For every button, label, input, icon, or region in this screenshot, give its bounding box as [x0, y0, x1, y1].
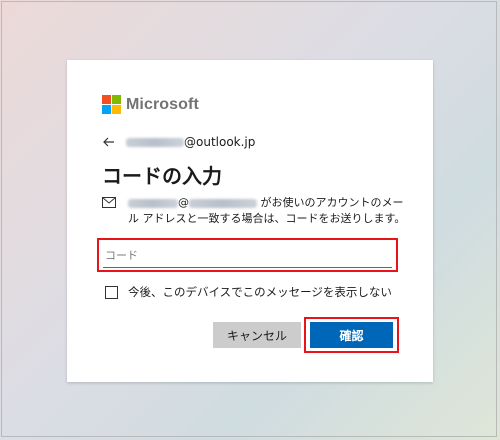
message-at-sign: @	[178, 196, 189, 209]
message-line1-text: がお使いのアカウントのメー	[260, 196, 404, 209]
microsoft-logo-icon	[102, 95, 121, 114]
redacted-email-local	[128, 198, 178, 208]
microsoft-logo-text: Microsoft	[126, 95, 199, 113]
message-line-2: ル アドレスと一致する場合は、コードをお送りします。	[128, 212, 406, 225]
redacted-username	[126, 137, 184, 147]
message-line-1: @ がお使いのアカウントのメー	[128, 195, 405, 211]
confirm-button[interactable]: 確認	[310, 322, 393, 348]
page-title: コードの入力	[102, 164, 222, 188]
remember-device-label[interactable]: 今後、このデバイスでこのメッセージを表示しない	[128, 284, 392, 300]
signin-card: Microsoft @outlook.jp コードの入力 @ がお使いのアカウン…	[67, 60, 433, 382]
cancel-button[interactable]: キャンセル	[213, 322, 301, 348]
code-input[interactable]	[103, 244, 392, 268]
remember-device-row[interactable]: 今後、このデバイスでこのメッセージを表示しない	[105, 284, 392, 300]
redacted-email-domain	[189, 198, 257, 208]
identity-banner: @outlook.jp	[102, 135, 255, 149]
remember-device-checkbox[interactable]	[105, 285, 118, 299]
code-input-highlight	[97, 238, 398, 272]
back-arrow-icon[interactable]	[102, 135, 116, 149]
confirm-button-highlight: 確認	[304, 317, 399, 353]
code-sent-message: @ がお使いのアカウントのメー ル アドレスと一致する場合は、コードをお送りしま…	[102, 195, 412, 227]
mail-icon	[102, 197, 116, 208]
microsoft-logo: Microsoft	[102, 95, 199, 114]
identity-email-suffix: @outlook.jp	[184, 135, 256, 149]
